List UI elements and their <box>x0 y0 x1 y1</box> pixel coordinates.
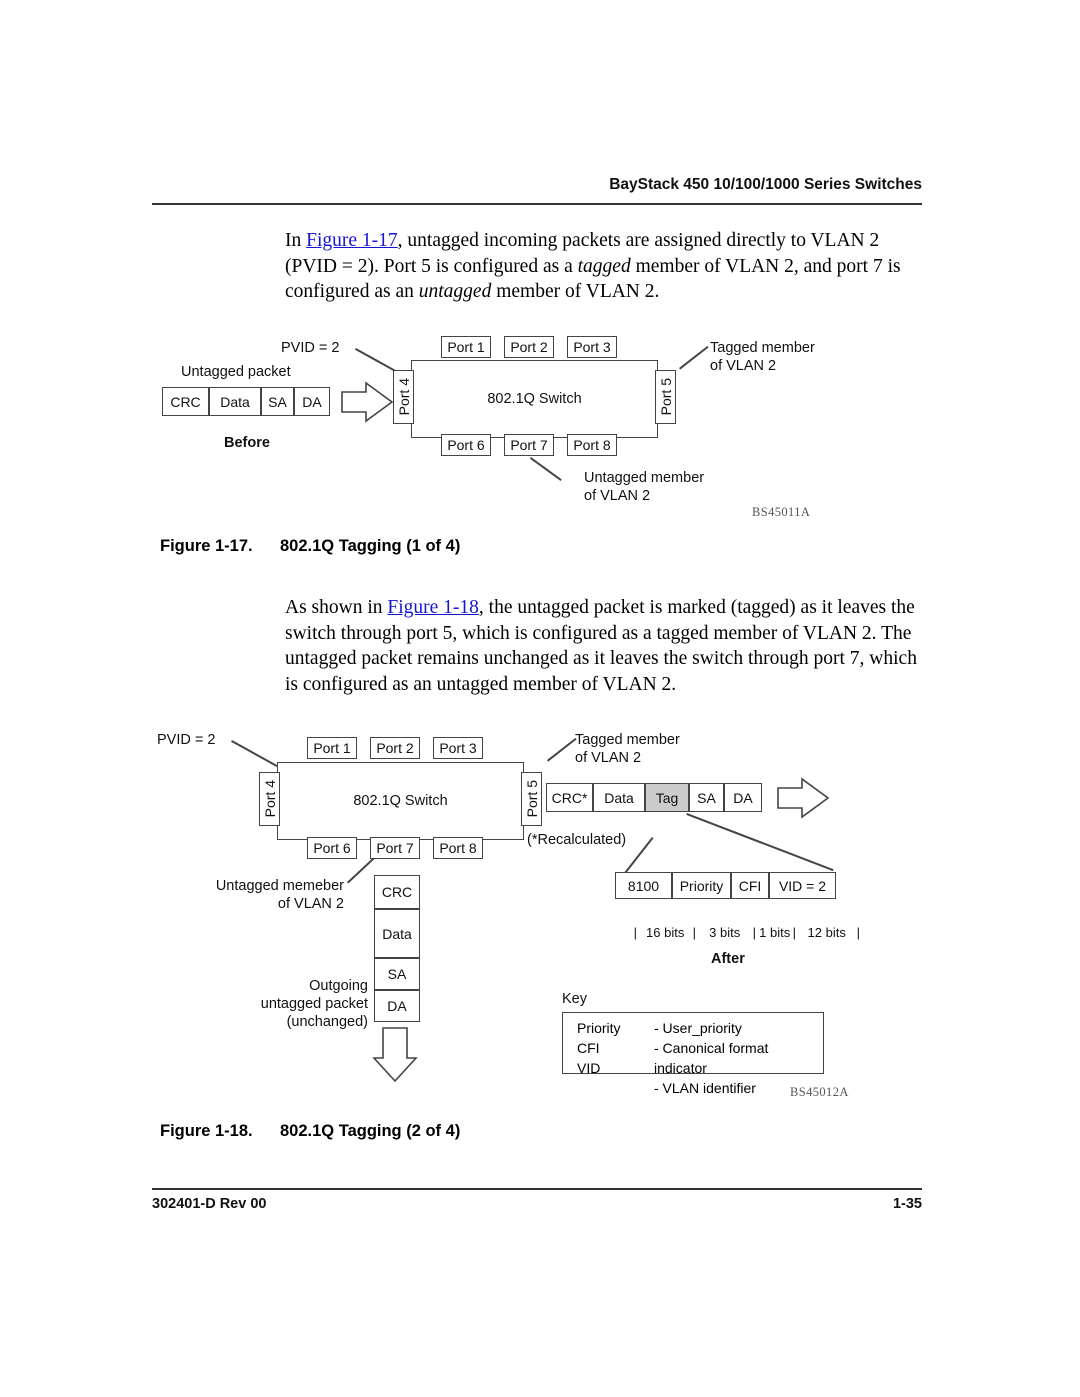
fig18-tagged-cell-sa: SA <box>689 783 724 812</box>
fig18-down-arrow-icon <box>372 1027 418 1083</box>
fig18-outgoing-cell-da: DA <box>374 990 420 1022</box>
fig18-bits-1: 1 bits <box>759 925 791 940</box>
fig18-tag-field-priority: Priority <box>672 872 731 899</box>
fig18-recalculated-note: (*Recalculated) <box>527 832 627 848</box>
fig18-port-5-label: Port 5 <box>523 780 540 818</box>
fig18-port-2: Port 2 <box>370 737 420 759</box>
fig18-id-code: BS45012A <box>790 1085 849 1099</box>
fig18-key-def-cfi: - Canonical format indicator <box>654 1040 769 1076</box>
fig18-switch-body: 802.1Q Switch <box>277 762 524 840</box>
fig18-bits-12: 12 bits <box>807 925 846 940</box>
fig18-tagged-cell-crc: CRC* <box>546 783 593 812</box>
fig18-port-1: Port 1 <box>307 737 357 759</box>
fig18-outgoing-cell-sa: SA <box>374 958 420 990</box>
fig18-key-term-priority: Priority <box>577 1020 621 1036</box>
fig18-outgoing-cell-data: Data <box>374 909 420 958</box>
fig18-caption-number: Figure 1-18. <box>160 1122 253 1140</box>
fig18-outbound-arrow-icon <box>777 777 830 819</box>
fig18-port-6: Port 6 <box>307 837 357 859</box>
footer-rule <box>152 1188 922 1190</box>
fig18-tagged-leader-line <box>547 737 577 762</box>
document-page: BayStack 450 10/100/1000 Series Switches… <box>0 0 1080 1397</box>
figure-1-18-diagram: PVID = 2 802.1Q Switch Port 1 Port 2 Por… <box>0 0 1080 1140</box>
fig18-callout-untagged: Untagged memeber of VLAN 2 <box>215 878 344 912</box>
fig18-state-label: After <box>711 951 745 967</box>
fig18-callout-tagged: Tagged member of VLAN 2 <box>575 732 680 766</box>
fig18-key-title: Key <box>562 991 587 1007</box>
fig18-bits-16: 16 bits <box>646 925 685 940</box>
fig18-port-5: Port 5 <box>521 772 542 826</box>
fig18-tag-expand-line-right <box>686 813 834 871</box>
fig18-key-terms: Priority CFI VID <box>577 1018 621 1078</box>
fig18-key-term-vid: VID <box>577 1060 601 1076</box>
fig18-port-3: Port 3 <box>433 737 483 759</box>
fig18-outgoing-cell-crc: CRC <box>374 875 420 909</box>
fig18-port-8: Port 8 <box>433 837 483 859</box>
fig18-tag-field-vid: VID = 2 <box>769 872 836 899</box>
fig18-caption-text: 802.1Q Tagging (2 of 4) <box>280 1122 461 1140</box>
fig18-tag-field-cfi: CFI <box>731 872 769 899</box>
fig18-bits-3: 3 bits <box>709 925 741 940</box>
fig18-tag-field-8100: 8100 <box>615 872 672 899</box>
fig18-pvid-label: PVID = 2 <box>157 732 216 748</box>
fig18-key-def-priority: - User_priority <box>654 1020 742 1036</box>
footer-page-number: 1-35 <box>892 1196 922 1212</box>
figure-1-18-caption: Figure 1-18. 802.1Q Tagging (2 of 4) <box>160 1122 460 1141</box>
fig18-tagged-cell-data: Data <box>593 783 645 812</box>
fig18-key-box: Priority CFI VID - User_priority - Canon… <box>562 1012 824 1096</box>
fig18-key-term-cfi: CFI <box>577 1040 600 1056</box>
fig18-tagged-cell-tag: Tag <box>645 783 689 812</box>
fig18-port-4: Port 4 <box>259 772 280 826</box>
fig18-tagged-cell-da: DA <box>724 783 762 812</box>
fig18-pvid-leader-line <box>231 740 278 767</box>
fig18-port-4-label: Port 4 <box>261 780 278 818</box>
fig18-port-7: Port 7 <box>370 837 420 859</box>
fig18-untagged-leader-line <box>347 857 375 884</box>
fig18-outgoing-note: Outgoing untagged packet (unchanged) <box>260 978 368 1030</box>
fig18-tag-expand-line-left <box>623 836 654 875</box>
